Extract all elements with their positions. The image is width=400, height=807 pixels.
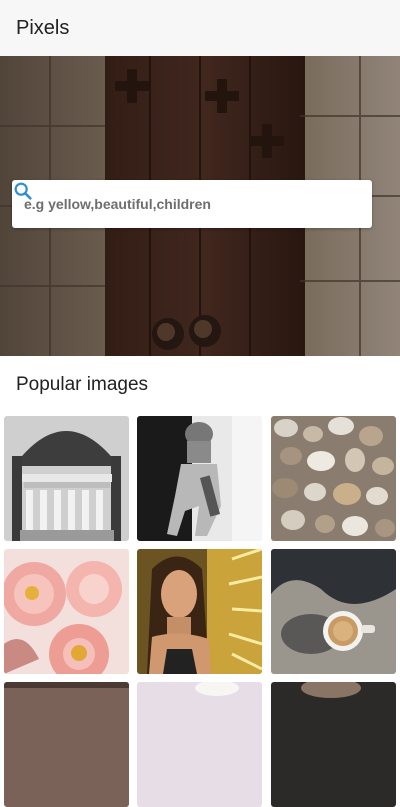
image-tile-girl-light[interactable]	[137, 549, 262, 674]
search-icon	[14, 182, 32, 200]
image-tile-partial-2[interactable]	[137, 682, 262, 807]
search-bar	[12, 179, 372, 229]
section-title: Popular images	[16, 374, 149, 395]
image-tile-pebbles[interactable]	[271, 416, 396, 541]
app-title: Pixels	[16, 16, 70, 39]
image-tile-woman-jeans[interactable]	[137, 416, 262, 541]
search-button[interactable]	[14, 180, 372, 228]
search-input[interactable]	[12, 179, 328, 229]
app-bar: Pixels	[0, 0, 400, 56]
hero-image	[0, 56, 400, 356]
image-tile-peonies[interactable]	[4, 549, 129, 674]
image-tile-temple[interactable]	[4, 416, 129, 541]
image-tile-coffee-cup[interactable]	[271, 549, 396, 674]
image-tile-partial-3[interactable]	[271, 682, 396, 807]
image-tile-partial-1[interactable]	[4, 682, 129, 807]
